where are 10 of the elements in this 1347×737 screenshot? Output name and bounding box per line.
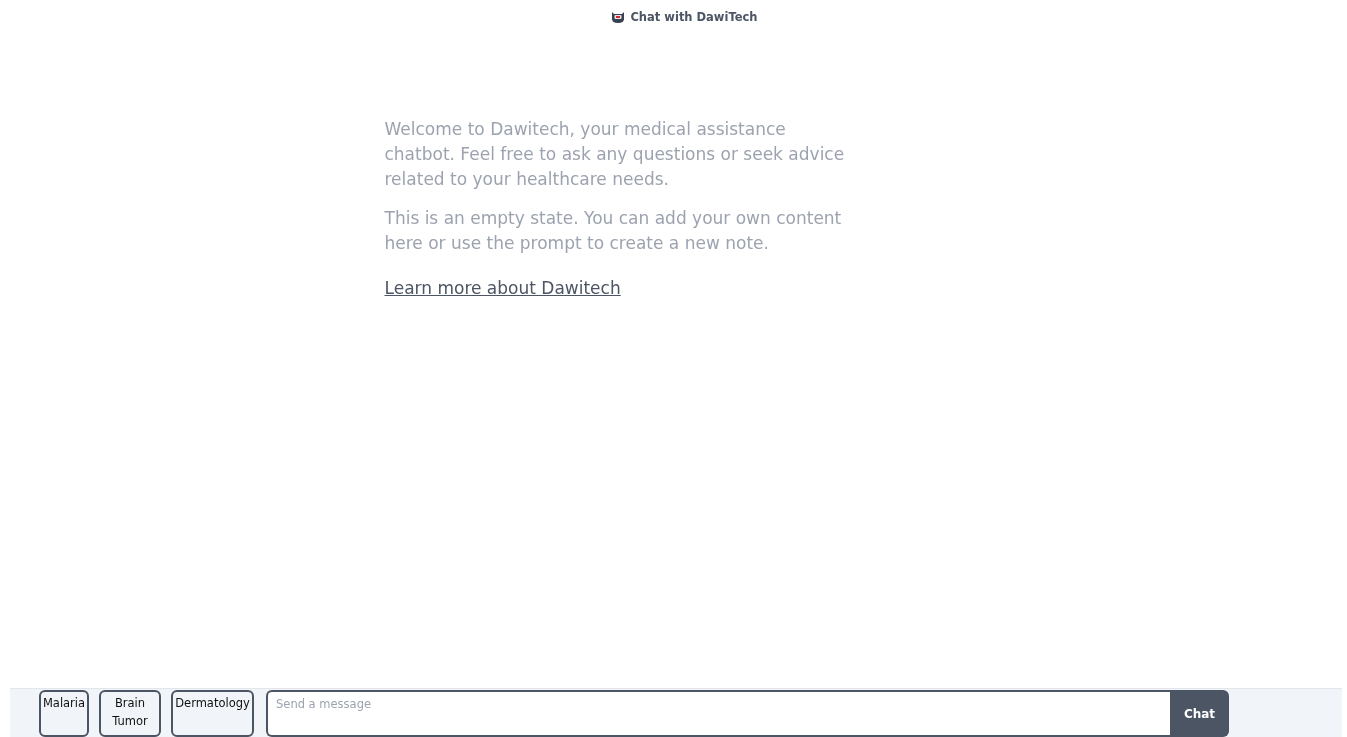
robot-icon xyxy=(611,10,626,24)
chat-button[interactable]: Chat xyxy=(1170,690,1229,737)
topic-button[interactable]: Dermatology xyxy=(171,690,254,737)
topic-button[interactable]: Malaria xyxy=(39,690,89,737)
welcome-paragraph: Welcome to Dawitech, your medical assistance chatbot. Feel free to ask any questions or seek advice related to your healthcare needs. xyxy=(384,118,846,191)
message-field[interactable]: Send a message xyxy=(266,690,1170,737)
topic-button[interactable]: Brain Tumor xyxy=(99,690,161,737)
welcome-paragraph: This is an empty state. You can add your own content here or use the prompt to create a new note. xyxy=(384,207,843,255)
learn-more-link[interactable]: Learn more about Dawitech xyxy=(384,276,621,301)
chat-title: Chat with DawiTech xyxy=(630,10,758,24)
